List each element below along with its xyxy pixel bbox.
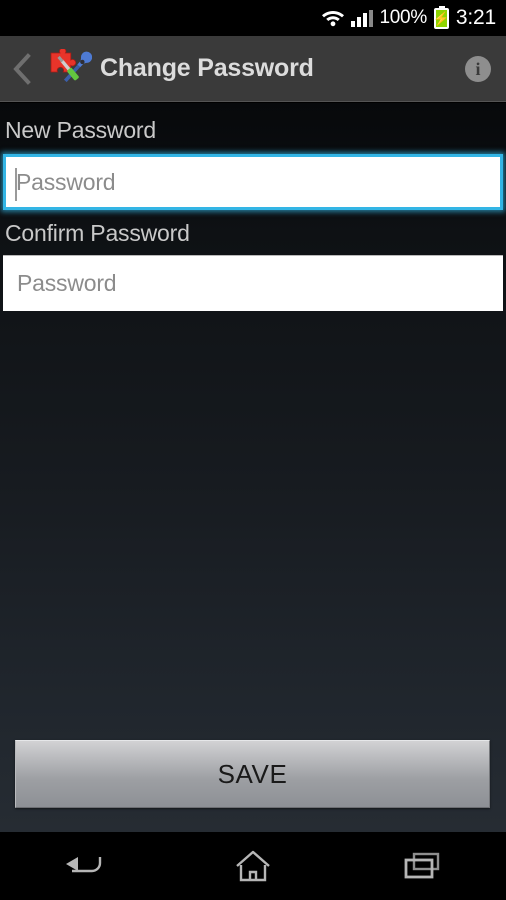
wifi-icon xyxy=(321,9,344,27)
back-chevron-icon[interactable] xyxy=(0,36,44,102)
nav-recents-icon[interactable] xyxy=(337,832,506,900)
text-caret xyxy=(15,168,17,201)
save-button-label: SAVE xyxy=(217,758,288,789)
new-password-input[interactable]: Password xyxy=(3,154,503,210)
new-password-field[interactable]: Password xyxy=(3,154,503,210)
confirm-password-placeholder: Password xyxy=(17,270,117,296)
puzzle-tools-app-icon[interactable] xyxy=(46,48,92,89)
content-area: New Password Password Confirm Password P… xyxy=(0,103,506,832)
info-glyph: i xyxy=(465,55,491,82)
page-title: Change Password xyxy=(100,54,314,82)
confirm-password-input[interactable]: Password xyxy=(3,255,503,311)
status-bar-icons: 100% ⚡ 3:21 xyxy=(321,5,496,30)
system-navigation-bar xyxy=(0,832,506,900)
status-bar-clock: 3:21 xyxy=(455,6,496,29)
action-bar: Change Password i xyxy=(0,36,506,102)
confirm-password-field[interactable]: Password xyxy=(3,255,503,311)
info-icon[interactable]: i xyxy=(450,36,506,102)
battery-charging-icon: ⚡ xyxy=(433,5,450,29)
android-screen: 100% ⚡ 3:21 Change Password i New Passwo… xyxy=(0,0,506,900)
confirm-password-label: Confirm Password xyxy=(5,220,190,246)
cellular-signal-icon xyxy=(350,9,373,27)
new-password-label: New Password xyxy=(5,117,156,143)
status-bar: 100% ⚡ 3:21 xyxy=(0,0,506,36)
new-password-placeholder: Password xyxy=(16,168,116,195)
nav-home-icon[interactable] xyxy=(169,832,338,900)
nav-back-icon[interactable] xyxy=(0,832,169,900)
save-button[interactable]: SAVE xyxy=(15,740,490,808)
battery-percent-label: 100% xyxy=(379,7,428,28)
